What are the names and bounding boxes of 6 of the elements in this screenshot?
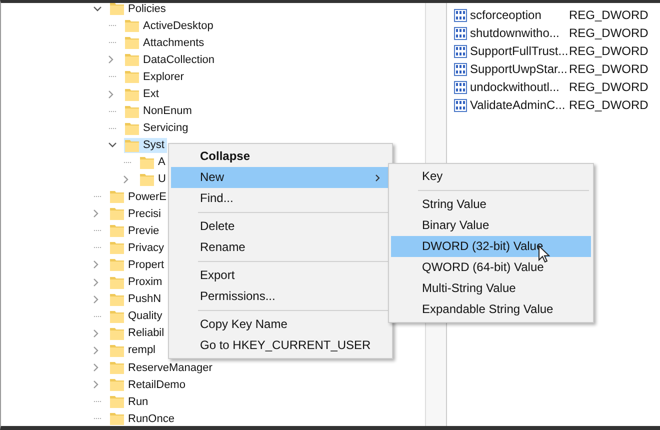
value-type: REG_DWORD bbox=[569, 98, 648, 112]
value-type: REG_DWORD bbox=[569, 80, 648, 94]
value-type: REG_DWORD bbox=[569, 26, 648, 40]
value-type: REG_DWORD bbox=[569, 44, 648, 58]
value-type: REG_DWORD bbox=[569, 62, 648, 76]
value-type: REG_DWORD bbox=[569, 8, 648, 22]
